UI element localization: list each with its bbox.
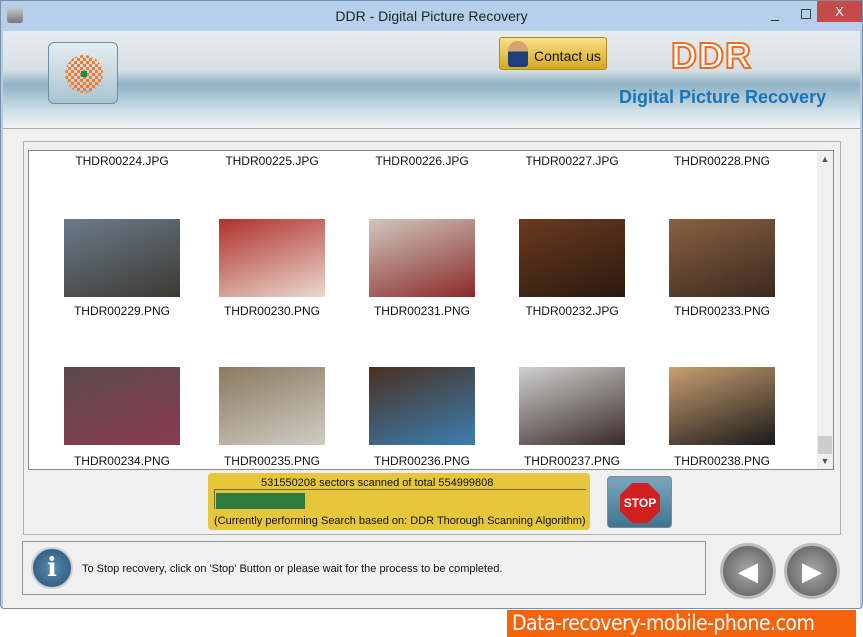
close-button[interactable]: X bbox=[817, 1, 862, 22]
stop-button[interactable]: STOP bbox=[607, 476, 672, 528]
contact-us-button[interactable]: Contact us bbox=[499, 37, 607, 70]
file-thumbnail[interactable] bbox=[64, 367, 180, 445]
product-subtitle: Digital Picture Recovery bbox=[619, 87, 827, 107]
file-thumbnail[interactable] bbox=[669, 219, 775, 297]
file-name-label[interactable]: THDR00237.PNG bbox=[497, 454, 647, 468]
scan-progress-bar bbox=[214, 489, 586, 509]
brand-logo: DDR bbox=[670, 34, 752, 77]
recovered-files-grid: THDR00224.JPG THDR00225.JPG THDR00226.JPG T… bbox=[28, 150, 834, 470]
file-thumbnail[interactable] bbox=[519, 219, 625, 297]
file-name-label[interactable]: THDR00233.PNG bbox=[647, 304, 797, 318]
maximize-button[interactable] bbox=[801, 9, 811, 19]
scroll-thumb[interactable] bbox=[818, 436, 832, 454]
minimize-button[interactable]: _ bbox=[771, 6, 781, 21]
file-thumbnail[interactable] bbox=[219, 367, 325, 445]
file-name-label[interactable]: THDR00225.JPG bbox=[197, 154, 347, 168]
stop-sign-icon: STOP bbox=[620, 483, 660, 523]
file-thumbnail[interactable] bbox=[64, 219, 180, 297]
title-bar: DDR - Digital Picture Recovery _ X bbox=[1, 1, 862, 31]
file-thumbnail[interactable] bbox=[219, 219, 325, 297]
scroll-up-icon[interactable]: ▲ bbox=[817, 151, 833, 167]
next-button[interactable]: ▶ bbox=[784, 543, 840, 599]
file-name-label[interactable]: THDR00224.JPG bbox=[47, 154, 197, 168]
file-name-label[interactable]: THDR00232.JPG bbox=[497, 304, 647, 318]
header-banner: Contact us DDR Digital Picture Recovery bbox=[3, 31, 860, 129]
scan-status-panel: 531550208 sectors scanned of total 55499… bbox=[208, 473, 590, 530]
person-icon bbox=[508, 41, 528, 67]
status-message: To Stop recovery, click on 'Stop' Button… bbox=[82, 563, 503, 575]
watermark: Data-recovery-mobile-phone.com bbox=[507, 610, 856, 637]
algorithm-text: (Currently performing Search based on: D… bbox=[214, 515, 586, 527]
status-bar: i To Stop recovery, click on 'Stop' Butt… bbox=[22, 541, 706, 595]
logo-icon bbox=[65, 55, 103, 93]
file-name-label[interactable]: THDR00230.PNG bbox=[197, 304, 347, 318]
progress-fill bbox=[216, 493, 305, 509]
file-name-label[interactable]: THDR00229.PNG bbox=[47, 304, 197, 318]
file-name-label[interactable]: THDR00236.PNG bbox=[347, 454, 497, 468]
file-name-label[interactable]: THDR00228.PNG bbox=[647, 154, 797, 168]
file-thumbnail[interactable] bbox=[369, 219, 475, 297]
back-button[interactable]: ◀ bbox=[720, 543, 776, 599]
file-thumbnail[interactable] bbox=[669, 367, 775, 445]
file-name-label[interactable]: THDR00235.PNG bbox=[197, 454, 347, 468]
file-name-label[interactable]: THDR00226.JPG bbox=[347, 154, 497, 168]
contact-label: Contact us bbox=[534, 48, 601, 64]
file-name-label[interactable]: THDR00227.JPG bbox=[497, 154, 647, 168]
file-thumbnail[interactable] bbox=[369, 367, 475, 445]
scroll-down-icon[interactable]: ▼ bbox=[817, 453, 833, 469]
file-name-label[interactable]: THDR00234.PNG bbox=[47, 454, 197, 468]
file-thumbnail[interactable] bbox=[519, 367, 625, 445]
sectors-scanned-text: 531550208 sectors scanned of total 55499… bbox=[261, 477, 494, 489]
file-name-label[interactable]: THDR00231.PNG bbox=[347, 304, 497, 318]
window-title: DDR - Digital Picture Recovery bbox=[335, 8, 528, 24]
info-icon: i bbox=[31, 547, 73, 589]
vertical-scrollbar[interactable]: ▲ ▼ bbox=[817, 151, 833, 469]
app-logo bbox=[48, 42, 118, 104]
file-name-label[interactable]: THDR00238.PNG bbox=[647, 454, 797, 468]
